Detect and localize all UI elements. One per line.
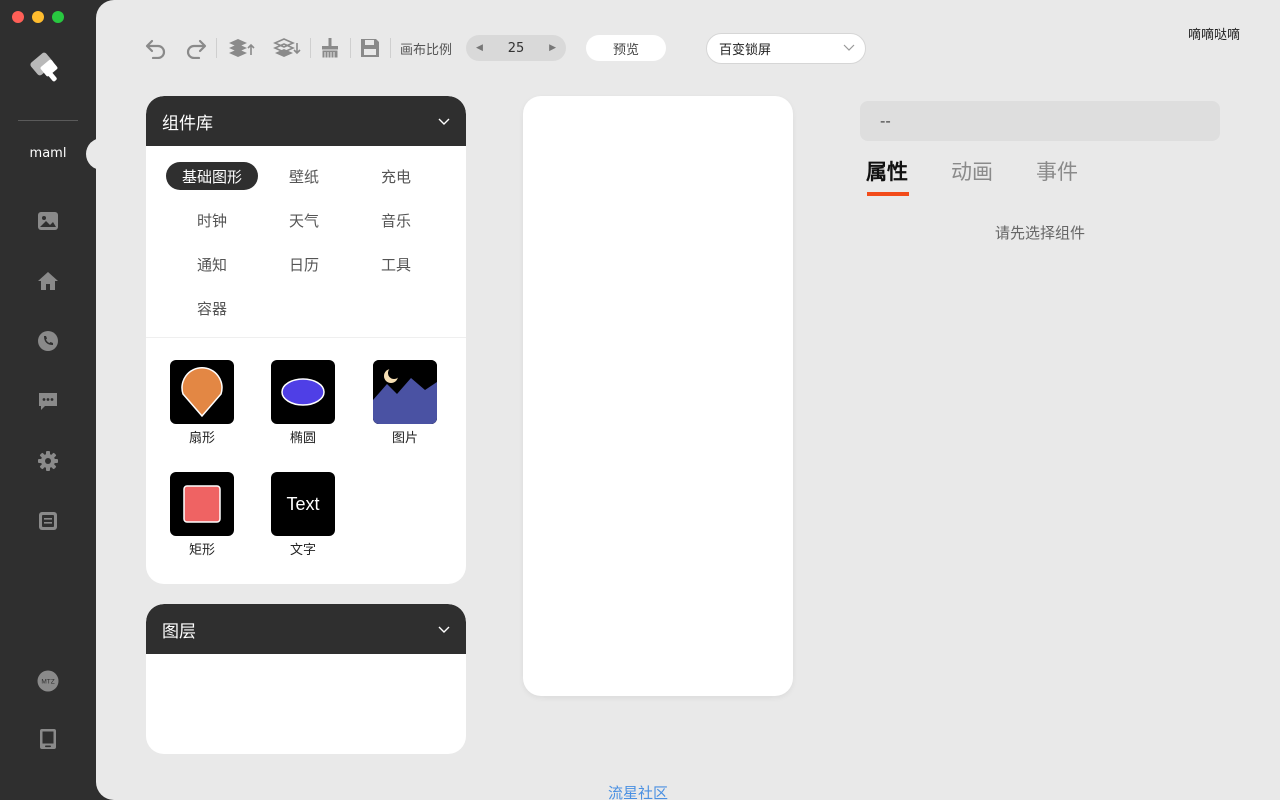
- category-charging[interactable]: 充电: [350, 162, 442, 190]
- selected-component-bar: --: [860, 101, 1220, 141]
- category-weather[interactable]: 天气: [258, 206, 350, 234]
- layer-up-icon[interactable]: [226, 36, 256, 60]
- property-tabs: 属性 动画 事件: [866, 156, 1078, 196]
- message-icon[interactable]: [36, 389, 60, 413]
- empty-selection-hint: 请先选择组件: [994, 224, 1085, 242]
- chevron-down-icon[interactable]: [438, 619, 450, 639]
- sidebar-divider: [18, 120, 78, 121]
- canvas-ratio-value[interactable]: 25: [508, 41, 525, 56]
- category-basic-shapes[interactable]: 基础图形: [166, 162, 258, 190]
- close-window-button[interactable]: [12, 11, 24, 23]
- user-name[interactable]: 嘀嘀哒嘀: [1188, 24, 1240, 43]
- tablet-icon[interactable]: [36, 727, 60, 751]
- text-icon-label: Text: [286, 493, 320, 514]
- theme-type-value: 百变锁屏: [719, 43, 772, 58]
- toolbar-separator: [310, 38, 311, 58]
- component-library-header: 组件库: [146, 96, 466, 146]
- layer-panel-title: 图层: [162, 621, 196, 642]
- phone-icon[interactable]: [36, 329, 60, 353]
- component-name: 矩形: [188, 543, 215, 558]
- category-grid: 基础图形 壁纸 充电 时钟 天气 音乐 通知 日历 工具 容器: [146, 146, 466, 338]
- component-name: 扇形: [188, 431, 215, 446]
- window-controls: [12, 11, 64, 23]
- note-icon[interactable]: [36, 509, 60, 533]
- toolbar-separator: [216, 38, 217, 58]
- layer-panel: 图层: [146, 604, 466, 754]
- sector-icon: [170, 360, 234, 424]
- brush-clear-icon[interactable]: [318, 36, 342, 60]
- chevron-down-icon: [843, 41, 855, 56]
- component-library-title: 组件库: [162, 113, 213, 134]
- layer-panel-header: 图层: [146, 604, 466, 654]
- gear-icon[interactable]: [36, 449, 60, 473]
- category-music[interactable]: 音乐: [350, 206, 442, 234]
- design-canvas[interactable]: [523, 96, 793, 696]
- home-icon[interactable]: [36, 269, 60, 293]
- component-image[interactable]: 图片: [365, 360, 445, 446]
- mtz-icon-text: MTZ: [41, 679, 54, 686]
- category-container[interactable]: 容器: [166, 294, 258, 322]
- image-icon: [373, 360, 437, 424]
- component-rectangle[interactable]: 矩形: [162, 472, 242, 558]
- tab-properties[interactable]: 属性: [866, 156, 909, 196]
- decrease-ratio-button[interactable]: ◀: [476, 43, 483, 53]
- canvas-ratio-label: 画布比例: [400, 43, 453, 58]
- sidebar: maml MTZ: [0, 0, 96, 800]
- main-area: 画布比例 ◀ 25 ▶ 预览 百变锁屏 嘀嘀哒嘀 组件库 基础图形 壁纸 充电 …: [96, 0, 1280, 800]
- category-calendar[interactable]: 日历: [258, 250, 350, 278]
- tab-events[interactable]: 事件: [1036, 156, 1078, 196]
- component-text[interactable]: Text 文字: [263, 472, 343, 558]
- category-tools[interactable]: 工具: [350, 250, 442, 278]
- mtz-icon[interactable]: MTZ: [36, 669, 60, 693]
- toolbar-separator: [390, 38, 391, 58]
- ellipse-icon: [271, 360, 335, 424]
- preview-button[interactable]: 预览: [586, 35, 666, 61]
- category-wallpaper[interactable]: 壁纸: [258, 162, 350, 190]
- component-name: 椭圆: [289, 431, 316, 446]
- rectangle-icon: [170, 472, 234, 536]
- minimize-window-button[interactable]: [32, 11, 44, 23]
- component-name: 文字: [289, 543, 316, 558]
- category-clock[interactable]: 时钟: [166, 206, 258, 234]
- save-icon[interactable]: [358, 36, 382, 60]
- maximize-window-button[interactable]: [52, 11, 64, 23]
- toolbar-separator: [350, 38, 351, 58]
- gallery-icon[interactable]: [36, 209, 60, 233]
- redo-icon[interactable]: [184, 36, 208, 60]
- theme-type-select[interactable]: 百变锁屏: [706, 33, 866, 64]
- undo-icon[interactable]: [144, 36, 168, 60]
- chevron-down-icon[interactable]: [438, 111, 450, 131]
- canvas-ratio-stepper[interactable]: ◀ 25 ▶: [466, 35, 566, 61]
- layer-down-icon[interactable]: [272, 36, 302, 60]
- increase-ratio-button[interactable]: ▶: [549, 43, 556, 53]
- app-logo-icon[interactable]: [28, 48, 64, 84]
- community-link[interactable]: 流星社区: [608, 782, 668, 800]
- sidebar-item-maml[interactable]: maml: [0, 146, 96, 161]
- component-name: 图片: [391, 431, 418, 446]
- text-icon: Text: [271, 472, 335, 536]
- category-notification[interactable]: 通知: [166, 250, 258, 278]
- tab-animation[interactable]: 动画: [951, 156, 993, 196]
- component-ellipse[interactable]: 椭圆: [263, 360, 343, 446]
- component-sector[interactable]: 扇形: [162, 360, 242, 446]
- component-library-panel: 组件库 基础图形 壁纸 充电 时钟 天气 音乐 通知 日历 工具 容器 扇形 椭…: [146, 96, 466, 584]
